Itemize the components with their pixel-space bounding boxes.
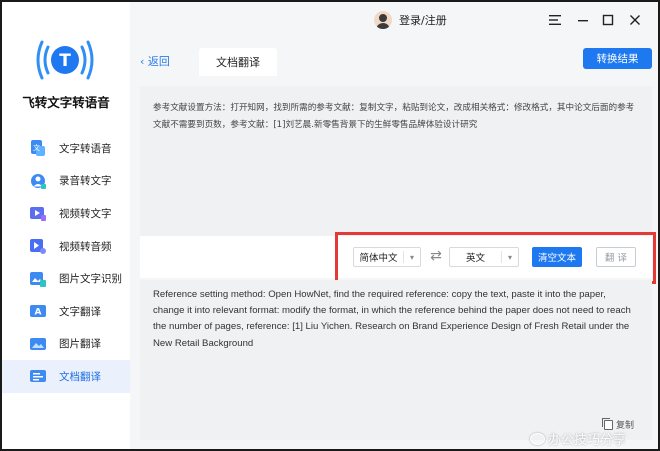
back-link[interactable]: ‹ 返回 [140,53,170,69]
svg-text:文: 文 [33,143,40,152]
clear-text-button[interactable]: 清空文本 [532,247,582,267]
sidebar-item-label: 文字转语音 [59,142,112,155]
chevron-down-icon: ▾ [409,252,414,262]
svg-text:A: A [35,308,42,318]
minimize-icon[interactable] [575,12,591,28]
sidebar-nav: 文 文字转语音 录音转文字 视频转文字 视频转音频 图片文字识别 A 文字翻译 … [2,132,130,393]
image-ocr-icon [30,271,46,287]
copy-icon [602,417,613,430]
app-title: 飞转文字转语音 [22,95,110,110]
video-to-text-icon [30,207,46,222]
svg-text:T: T [59,51,71,71]
sidebar-item-label: 录音转文字 [59,175,112,188]
source-language-value: 简体中文 [359,253,398,264]
tts-logo-icon: T [36,40,94,80]
close-icon[interactable] [627,12,643,28]
target-language-value: 英文 [465,253,485,264]
avatar [374,11,392,29]
sidebar-item-video-to-text[interactable]: 视频转文字 [2,197,130,230]
menu-icon[interactable] [547,12,563,28]
document-translate-icon [30,370,46,383]
recording-to-text-icon [31,173,46,189]
target-language-select[interactable]: 英文 ▾ [449,247,519,267]
convert-result-button[interactable]: 转换结果 [583,48,652,69]
titlebar: 登录/注册 [130,2,658,38]
sidebar-item-label: 图片文字识别 [59,273,122,286]
tab-document-translate[interactable]: 文档翻译 [199,48,277,76]
source-text-area[interactable]: 参考文献设置方法：打开知网，找到所需的参考文献：复制文字，粘贴到论文，改成相关格… [140,86,652,236]
sidebar-item-video-to-audio[interactable]: 视频转音频 [2,230,130,263]
text-to-speech-icon: 文 [31,140,45,157]
sidebar-item-text-translate[interactable]: A 文字翻译 [2,295,130,328]
copy-button[interactable]: 复制 [602,417,635,431]
copy-label: 复制 [616,421,635,431]
sidebar: T 飞转文字转语音 文 文字转语音 录音转文字 视频转文字 视频转音频 图片文字… [2,2,130,449]
login-register-label: 登录/注册 [399,14,447,27]
app-window: T 飞转文字转语音 文 文字转语音 录音转文字 视频转文字 视频转音频 图片文字… [0,0,660,451]
image-translate-icon [30,337,46,350]
sidebar-item-image-ocr[interactable]: 图片文字识别 [2,262,130,295]
sidebar-item-label: 文字翻译 [59,305,101,318]
source-language-select[interactable]: 简体中文 ▾ [353,247,421,267]
video-to-audio-icon [30,239,46,255]
sidebar-item-recording-to-text[interactable]: 录音转文字 [2,165,130,198]
sidebar-item-label: 文档翻译 [59,370,101,383]
sidebar-item-label: 视频转文字 [59,207,112,220]
login-register-button[interactable]: 登录/注册 [374,11,447,29]
result-text-area[interactable]: Reference setting method: Open HowNet, f… [140,280,652,440]
sidebar-item-label: 视频转音频 [59,240,112,253]
translate-button[interactable]: 翻 译 [596,247,636,267]
swap-icon[interactable]: ⇄ [428,248,444,264]
sidebar-item-image-translate[interactable]: 图片翻译 [2,328,130,361]
sidebar-item-text-to-speech[interactable]: 文 文字转语音 [2,132,130,165]
sidebar-item-label: 图片翻译 [59,338,101,351]
chevron-down-icon: ▾ [507,252,512,262]
text-translate-icon: A [30,305,46,318]
sidebar-item-document-translate[interactable]: 文档翻译 [2,360,130,393]
maximize-icon[interactable] [600,12,616,28]
